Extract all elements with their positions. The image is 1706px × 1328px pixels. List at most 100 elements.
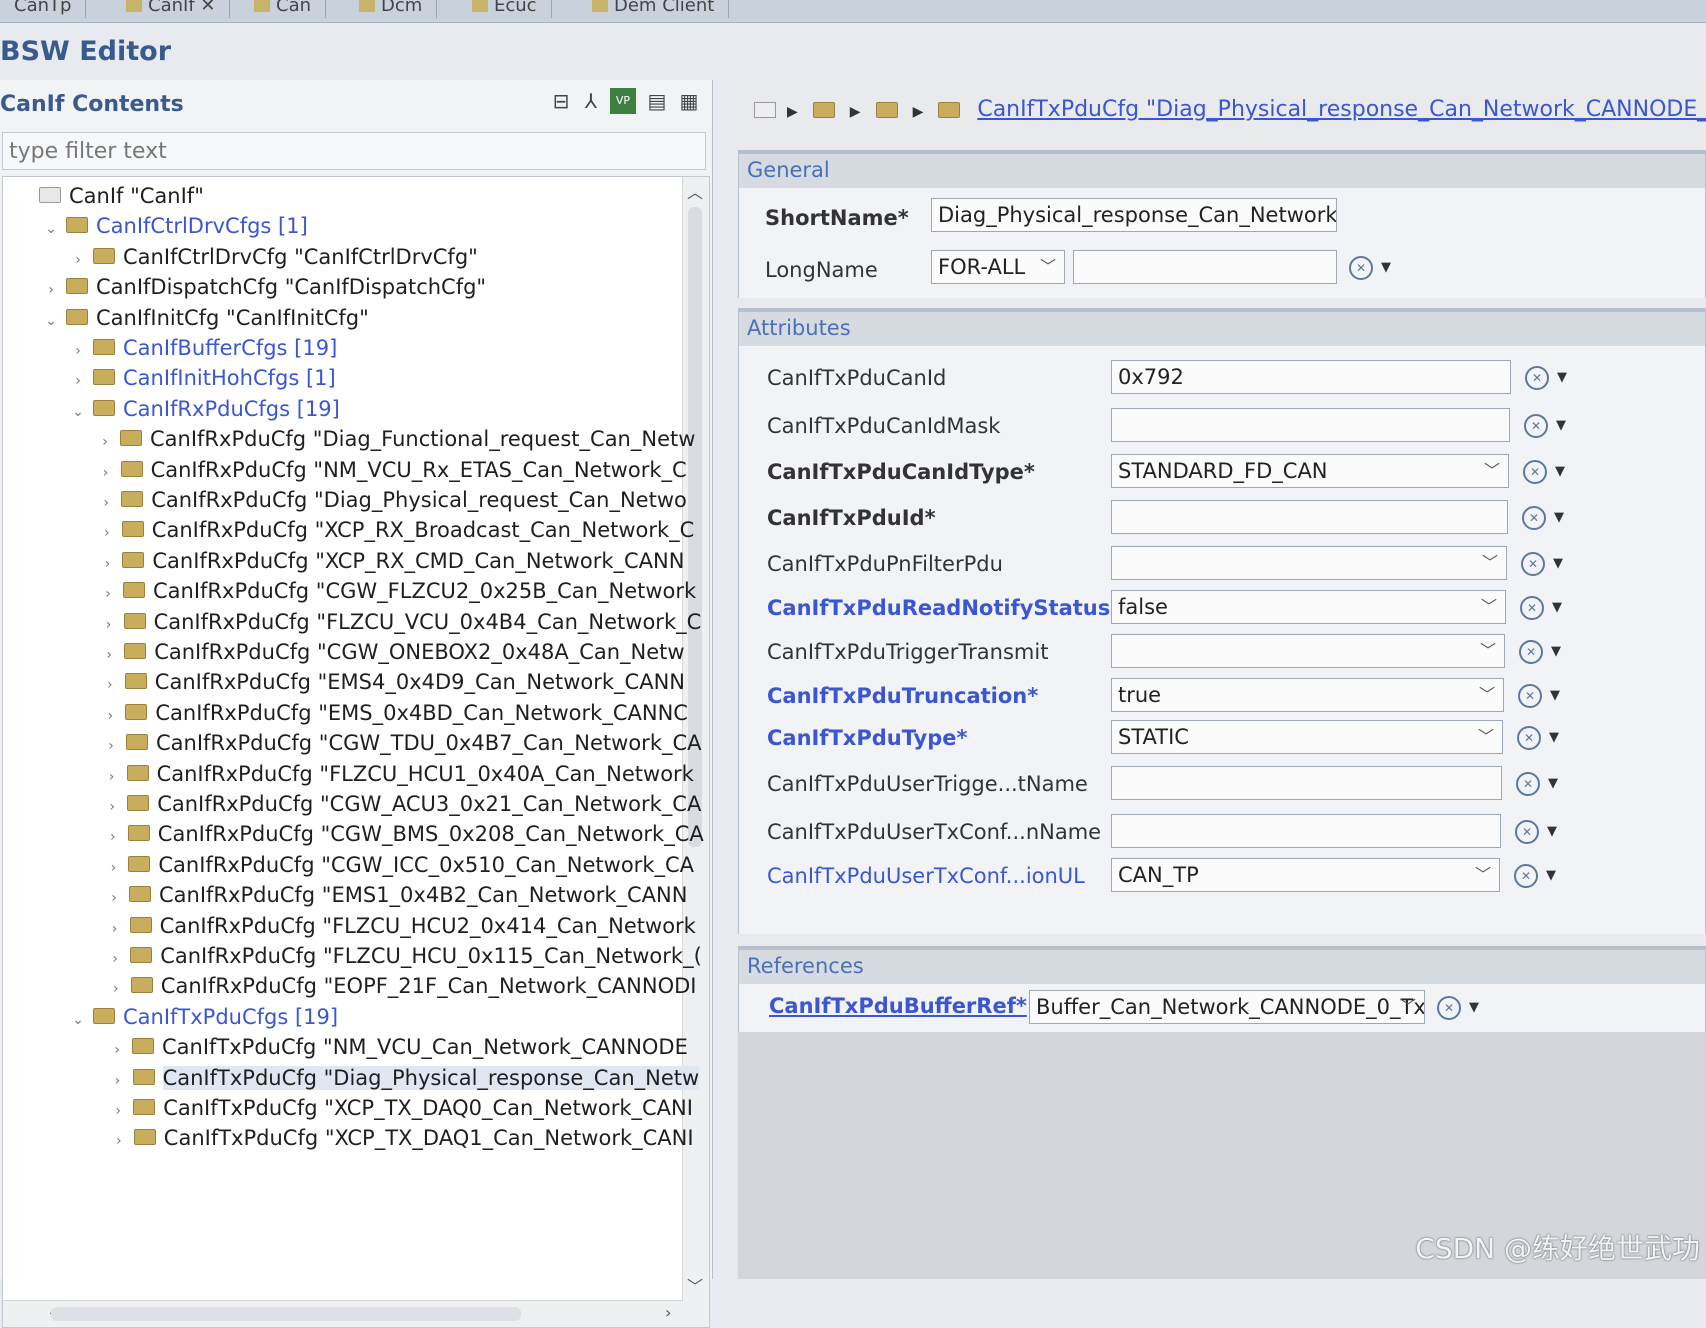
shortname-field[interactable]: Diag_Physical_response_Can_Network_C xyxy=(931,198,1337,232)
dropdown-triangle-icon[interactable]: ▼ xyxy=(1469,1000,1479,1015)
reset-circle-icon[interactable]: ✕ xyxy=(1521,552,1545,576)
chevron-right-icon[interactable]: › xyxy=(104,822,122,852)
chevron-right-icon[interactable]: › xyxy=(101,670,119,700)
tab-can[interactable]: Can xyxy=(240,0,327,18)
tab-ecuc[interactable]: Ecuc xyxy=(458,0,552,18)
tree-horizontal-scrollbar[interactable]: ‹ › xyxy=(3,1300,683,1327)
tree-node[interactable]: › CanIfRxPduCfg "EOPF_21F_Can_Network_CAN… xyxy=(107,971,697,1001)
attribute-select[interactable]: true ﹀ xyxy=(1111,678,1504,712)
longname-language-select[interactable]: FOR-ALL ﹀ xyxy=(931,250,1065,284)
longname-field[interactable] xyxy=(1073,250,1337,284)
chevron-right-icon[interactable]: › xyxy=(97,458,115,488)
tree-node[interactable]: › CanIfRxPduCfg "CGW_ACU3_0x21_Can_Networ… xyxy=(103,789,701,819)
chevron-right-icon[interactable]: › xyxy=(106,914,124,944)
chevron-right-icon[interactable]: › xyxy=(103,762,121,792)
tree-node[interactable]: › CanIfRxPduCfg "FLZCU_HCU2_0x414_Can_Net… xyxy=(106,911,696,941)
reset-circle-icon[interactable]: ✕ xyxy=(1515,820,1539,844)
reference-select[interactable]: Buffer_Can_Network_CANNODE_0_Tx ﹀ xyxy=(1029,990,1425,1024)
reset-circle-icon[interactable]: ✕ xyxy=(1349,256,1373,280)
scroll-up-icon[interactable]: ︿ xyxy=(687,179,703,203)
chevron-right-icon[interactable]: › xyxy=(96,427,114,457)
breadcrumb-current-link[interactable]: CanIfTxPduCfg "Diag_Physical_response_Ca… xyxy=(977,97,1706,122)
dropdown-triangle-icon[interactable]: ▼ xyxy=(1550,688,1560,703)
reset-circle-icon[interactable]: ✕ xyxy=(1520,596,1544,620)
general-section-title[interactable]: General xyxy=(739,150,1705,188)
hierarchy-icon[interactable]: ⅄ xyxy=(578,88,604,114)
tree-node[interactable]: › CanIfRxPduCfg "CGW_TDU_0x4B7_Can_Networ… xyxy=(102,728,701,761)
chevron-right-icon[interactable]: › xyxy=(108,1035,126,1065)
tree-node[interactable]: › CanIfRxPduCfg "Diag_Functional_request_… xyxy=(96,424,695,454)
dropdown-triangle-icon[interactable]: ▼ xyxy=(1551,644,1561,659)
chevron-right-icon[interactable]: › xyxy=(102,731,120,761)
attribute-field[interactable] xyxy=(1111,766,1502,800)
chevron-down-icon[interactable]: ⌄ xyxy=(69,397,87,427)
tree-node[interactable]: › CanIfRxPduCfg "Diag_Physical_request_Ca… xyxy=(97,485,686,515)
dropdown-triangle-icon[interactable]: ▼ xyxy=(1547,824,1557,839)
chevron-right-icon[interactable]: › xyxy=(42,275,60,305)
chevron-right-icon[interactable]: › xyxy=(98,518,116,548)
reset-circle-icon[interactable]: ✕ xyxy=(1523,460,1547,484)
document-icon[interactable]: ▤ xyxy=(644,88,670,114)
reset-circle-icon[interactable]: ✕ xyxy=(1516,772,1540,796)
chevron-right-icon[interactable]: › xyxy=(69,245,87,275)
chevron-right-icon[interactable]: › xyxy=(109,1096,127,1126)
reset-circle-icon[interactable]: ✕ xyxy=(1518,684,1542,708)
tree-node[interactable]: › CanIfRxPduCfg "CGW_FLZCU2_0x25B_Can_Net… xyxy=(99,576,696,606)
chevron-right-icon[interactable]: › xyxy=(98,549,116,579)
breadcrumb-arrow-icon[interactable]: ▶ xyxy=(913,104,924,120)
attribute-select[interactable]: ﹀ xyxy=(1111,546,1507,580)
chevron-right-icon[interactable]: › xyxy=(100,610,118,640)
chevron-down-icon[interactable]: ⌄ xyxy=(69,1005,87,1035)
dropdown-triangle-icon[interactable]: ▼ xyxy=(1381,260,1391,275)
tab-canif[interactable]: CanIf ✕ xyxy=(112,0,231,18)
dropdown-triangle-icon[interactable]: ▼ xyxy=(1557,370,1567,385)
validation-icon[interactable]: VP xyxy=(610,88,636,114)
tree-node[interactable]: › CanIfRxPduCfg "EMS1_0x4B2_Can_Network_C… xyxy=(105,880,687,910)
tree-node[interactable]: › CanIfTxPduCfg "Diag_Physical_response_C… xyxy=(109,1063,700,1093)
dropdown-triangle-icon[interactable]: ▼ xyxy=(1546,868,1556,883)
attribute-field[interactable] xyxy=(1111,500,1508,534)
tree-node[interactable]: › CanIfInitHohCfgs [1] xyxy=(69,363,336,393)
chevron-right-icon[interactable]: › xyxy=(109,1066,127,1096)
dropdown-triangle-icon[interactable]: ▼ xyxy=(1555,464,1565,479)
chevron-right-icon[interactable]: › xyxy=(105,883,123,913)
root-icon[interactable] xyxy=(754,102,776,118)
tree-node[interactable]: › CanIfRxPduCfg "FLZCU_VCU_0x4B4_Can_Netw… xyxy=(100,607,701,640)
chevron-right-icon[interactable]: › xyxy=(103,792,121,822)
folder-icon[interactable] xyxy=(812,102,835,118)
tree-node[interactable]: › CanIfRxPduCfg "EMS4_0x4D9_Can_Network_C… xyxy=(101,667,685,697)
tree-node[interactable]: › CanIfRxPduCfg "FLZCU_HCU1_0x40A_Can_Net… xyxy=(103,759,694,789)
reset-circle-icon[interactable]: ✕ xyxy=(1514,864,1538,888)
attribute-field[interactable]: 0x792 xyxy=(1111,360,1511,394)
chevron-right-icon[interactable]: › xyxy=(110,1126,128,1156)
chevron-right-icon[interactable]: › xyxy=(99,579,117,609)
reset-circle-icon[interactable]: ✕ xyxy=(1525,366,1549,390)
dropdown-triangle-icon[interactable]: ▼ xyxy=(1553,556,1563,571)
attribute-select[interactable]: STANDARD_FD_CAN ﹀ xyxy=(1111,454,1509,488)
tree-node[interactable]: › CanIfRxPduCfg "XCP_RX_Broadcast_Can_Net… xyxy=(98,515,694,548)
chevron-down-icon[interactable]: ⌄ xyxy=(42,306,60,336)
tree-node[interactable]: › CanIfTxPduCfg "XCP_TX_DAQ0_Can_Network_… xyxy=(109,1093,693,1123)
chevron-down-icon[interactable]: ⌄ xyxy=(42,214,60,244)
folder-icon[interactable] xyxy=(875,102,898,118)
tree-node[interactable]: CanIf "CanIf" xyxy=(15,181,204,211)
tree-node[interactable]: › CanIfRxPduCfg "CGW_ICC_0x510_Can_Networ… xyxy=(104,850,694,880)
chevron-right-icon[interactable]: › xyxy=(107,974,125,1004)
attribute-field[interactable] xyxy=(1111,408,1510,442)
reset-circle-icon[interactable]: ✕ xyxy=(1519,640,1543,664)
chevron-right-icon[interactable]: › xyxy=(104,853,122,883)
attribute-select[interactable]: false ﹀ xyxy=(1111,590,1506,624)
tree-node[interactable]: › CanIfRxPduCfg "NM_VCU_Rx_ETAS_Can_Netwo… xyxy=(97,455,687,485)
dropdown-triangle-icon[interactable]: ▼ xyxy=(1548,776,1558,791)
dropdown-triangle-icon[interactable]: ▼ xyxy=(1556,418,1566,433)
reset-circle-icon[interactable]: ✕ xyxy=(1437,996,1461,1020)
reset-circle-icon[interactable]: ✕ xyxy=(1517,726,1541,750)
tree-node[interactable]: › CanIfTxPduCfg "NM_VCU_Can_Network_CANNO… xyxy=(108,1032,688,1062)
tree-node[interactable]: › CanIfTxPduCfg "XCP_TX_DAQ1_Can_Network_… xyxy=(110,1123,694,1153)
tree-node[interactable]: › CanIfRxPduCfg "CGW_ONEBOX2_0x48A_Can_Ne… xyxy=(100,637,684,667)
chevron-right-icon[interactable]: › xyxy=(69,366,87,396)
scroll-down-icon[interactable]: ﹀ xyxy=(687,1273,703,1297)
collapse-all-icon[interactable]: ⊟ xyxy=(548,88,574,114)
tree-node[interactable]: › CanIfCtrlDrvCfg "CanIfCtrlDrvCfg" xyxy=(69,242,478,272)
reset-circle-icon[interactable]: ✕ xyxy=(1524,414,1548,438)
